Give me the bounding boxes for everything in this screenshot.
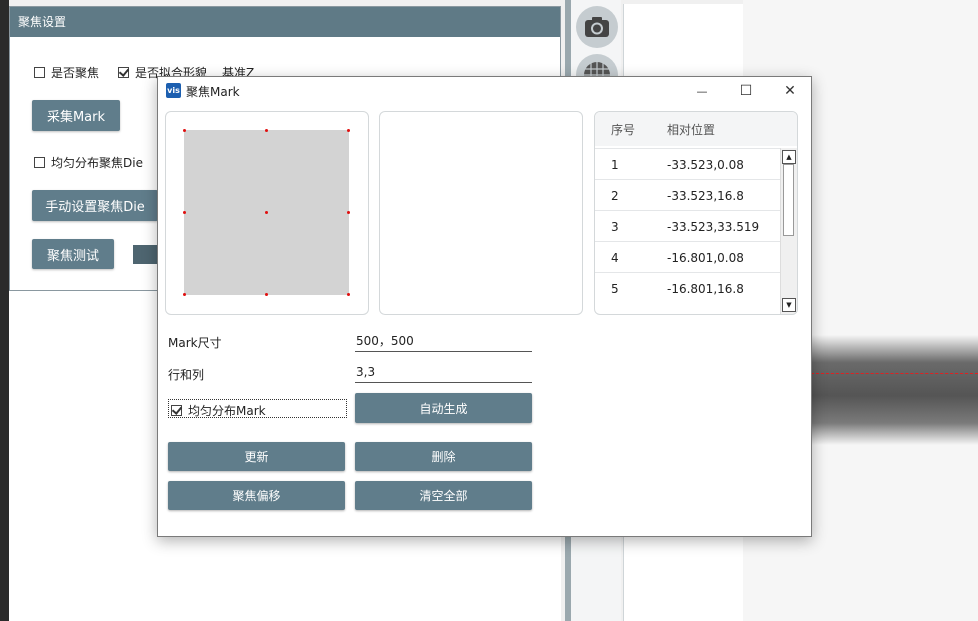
reference-line bbox=[811, 373, 978, 374]
dialog-title: 聚焦Mark bbox=[186, 85, 240, 99]
check-focus-label: 是否聚焦 bbox=[51, 66, 100, 80]
uniform-mark-checkbox[interactable] bbox=[171, 405, 182, 416]
table-row[interactable]: 5 -16.801,16.8 bbox=[595, 272, 781, 304]
mark-point bbox=[183, 211, 186, 214]
minimize-icon: — bbox=[696, 84, 708, 98]
scroll-thumb[interactable] bbox=[783, 164, 794, 236]
delete-button[interactable]: 删除 bbox=[355, 442, 532, 471]
app-icon: vis bbox=[166, 83, 181, 98]
mark-position-table[interactable]: 序号 相对位置 1 -33.523,0.08 2 -33.523,16.8 3 … bbox=[594, 111, 798, 315]
uniform-mark-row[interactable]: 均匀分布Mark bbox=[171, 402, 266, 419]
focus-test-button[interactable]: 聚焦测试 bbox=[32, 239, 114, 269]
mark-size-input[interactable]: 500，500 bbox=[355, 331, 532, 352]
table-header: 序号 相对位置 bbox=[595, 112, 797, 146]
update-button[interactable]: 更新 bbox=[168, 442, 345, 471]
mark-size-label: Mark尺寸 bbox=[168, 336, 222, 350]
uniform-die-label: 均匀分布聚焦Die bbox=[51, 156, 143, 170]
auto-generate-button[interactable]: 自动生成 bbox=[355, 393, 532, 423]
close-button[interactable]: ✕ bbox=[768, 77, 812, 105]
check-focus-row[interactable]: 是否聚焦 bbox=[34, 64, 99, 81]
left-edge-strip bbox=[0, 0, 9, 621]
manual-die-button[interactable]: 手动设置聚焦Die bbox=[32, 190, 158, 221]
mark-point bbox=[183, 129, 186, 132]
camera-button[interactable] bbox=[576, 6, 618, 48]
row-index: 3 bbox=[611, 219, 619, 234]
focus-offset-button[interactable]: 聚焦偏移 bbox=[168, 481, 345, 510]
wafer-edge-band bbox=[811, 335, 978, 445]
focus-mark-dialog: vis 聚焦Mark — ☐ ✕ 序号 相对位置 1 -33.523,0.08 … bbox=[157, 76, 812, 537]
rows-cols-input[interactable]: 3,3 bbox=[355, 362, 532, 383]
camera-icon bbox=[585, 17, 609, 37]
table-row[interactable]: 4 -16.801,0.08 bbox=[595, 241, 781, 273]
secondary-preview[interactable] bbox=[379, 111, 583, 315]
col-index-header: 序号 bbox=[611, 122, 636, 137]
row-position: -33.523,0.08 bbox=[667, 157, 744, 172]
mark-point bbox=[347, 293, 350, 296]
check-fit-checkbox[interactable] bbox=[118, 67, 129, 78]
mark-point bbox=[265, 293, 268, 296]
mark-point bbox=[265, 129, 268, 132]
row-index: 4 bbox=[611, 250, 619, 265]
row-index: 5 bbox=[611, 281, 619, 296]
dialog-titlebar[interactable]: vis 聚焦Mark — ☐ ✕ bbox=[158, 77, 811, 105]
clear-all-button[interactable]: 清空全部 bbox=[355, 481, 532, 510]
mark-point bbox=[183, 293, 186, 296]
collect-mark-button[interactable]: 采集Mark bbox=[32, 100, 120, 131]
minimize-button[interactable]: — bbox=[680, 77, 724, 105]
mark-point bbox=[347, 129, 350, 132]
row-index: 2 bbox=[611, 188, 619, 203]
rows-cols-label: 行和列 bbox=[168, 368, 205, 382]
row-position: -16.801,16.8 bbox=[667, 281, 744, 296]
row-index: 1 bbox=[611, 157, 619, 172]
scroll-down-icon[interactable]: ▼ bbox=[782, 298, 796, 312]
row-position: -16.801,0.08 bbox=[667, 250, 744, 265]
col-position-header: 相对位置 bbox=[667, 122, 716, 137]
uniform-die-checkbox[interactable] bbox=[34, 157, 45, 168]
close-icon: ✕ bbox=[784, 83, 796, 99]
row-position: -33.523,33.519 bbox=[667, 219, 760, 234]
mark-preview[interactable] bbox=[165, 111, 369, 315]
table-row[interactable]: 1 -33.523,0.08 bbox=[595, 148, 781, 180]
focus-settings-header: 聚焦设置 bbox=[10, 7, 560, 37]
mark-point bbox=[347, 211, 350, 214]
check-focus-checkbox[interactable] bbox=[34, 67, 45, 78]
maximize-button[interactable]: ☐ bbox=[724, 77, 768, 105]
table-row[interactable]: 2 -33.523,16.8 bbox=[595, 179, 781, 211]
table-scrollbar[interactable]: ▲ ▼ bbox=[780, 148, 797, 314]
maximize-icon: ☐ bbox=[739, 83, 753, 99]
scroll-up-icon[interactable]: ▲ bbox=[782, 150, 796, 164]
row-position: -33.523,16.8 bbox=[667, 188, 744, 203]
mark-point bbox=[265, 211, 268, 214]
uniform-mark-label: 均匀分布Mark bbox=[188, 404, 266, 418]
table-row[interactable]: 3 -33.523,33.519 bbox=[595, 210, 781, 242]
uniform-die-row[interactable]: 均匀分布聚焦Die bbox=[34, 154, 143, 171]
